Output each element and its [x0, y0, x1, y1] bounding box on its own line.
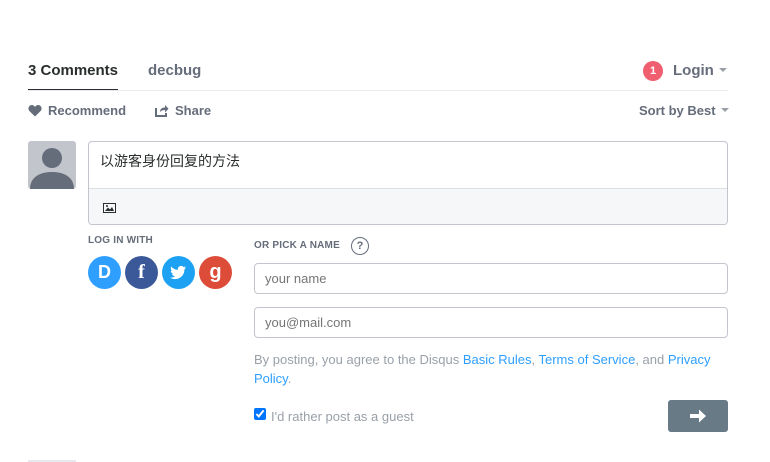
- submit-button[interactable]: [668, 400, 728, 432]
- terms-suffix: .: [287, 371, 292, 386]
- share-button[interactable]: Share: [155, 103, 211, 118]
- name-input[interactable]: [255, 264, 727, 293]
- chevron-down-icon: [718, 68, 727, 72]
- login-menu[interactable]: Login: [673, 62, 727, 79]
- login-label: Login: [673, 62, 714, 79]
- terms-of-service-link[interactable]: Terms of Service: [539, 352, 636, 367]
- heart-icon: [28, 105, 42, 117]
- google-login-button[interactable]: g: [199, 256, 232, 289]
- share-icon: [155, 105, 169, 117]
- email-input[interactable]: [255, 308, 727, 337]
- email-field-wrapper: [254, 307, 728, 338]
- arrow-right-icon: [690, 409, 706, 423]
- nav-divider: [28, 90, 728, 91]
- guest-checkbox[interactable]: [254, 408, 266, 420]
- facebook-icon: f: [138, 261, 145, 283]
- disqus-icon: D: [98, 262, 111, 282]
- login-with-label: LOG IN WITH: [88, 235, 153, 246]
- notification-badge[interactable]: 1: [643, 61, 663, 81]
- twitter-login-button[interactable]: [162, 256, 195, 289]
- terms-separator: ,: [531, 352, 539, 367]
- name-field-wrapper: [254, 263, 728, 294]
- comment-composer[interactable]: 以游客身份回复的方法: [88, 141, 728, 225]
- image-icon[interactable]: [103, 203, 116, 213]
- terms-separator: , and: [635, 352, 668, 367]
- help-icon[interactable]: ?: [351, 237, 369, 255]
- share-label: Share: [175, 103, 212, 118]
- basic-rules-link[interactable]: Basic Rules: [463, 352, 532, 367]
- user-silhouette-icon: [30, 148, 74, 189]
- terms-prefix: By posting, you agree to the Disqus: [254, 352, 463, 367]
- chevron-down-icon: [720, 108, 729, 112]
- google-icon: g: [209, 261, 222, 283]
- recommend-label: Recommend: [48, 103, 127, 118]
- recommend-button[interactable]: Recommend: [28, 103, 126, 118]
- facebook-login-button[interactable]: f: [125, 256, 158, 289]
- guest-checkbox-label[interactable]: I'd rather post as a guest: [271, 409, 414, 424]
- twitter-bird-icon: [170, 265, 186, 280]
- pick-name-label: OR PICK A NAME: [254, 240, 340, 251]
- comment-textarea[interactable]: 以游客身份回复的方法: [100, 151, 240, 171]
- composer-toolbar: [89, 188, 727, 224]
- disqus-login-button[interactable]: D: [88, 256, 121, 289]
- avatar: [28, 141, 76, 189]
- tab-comments[interactable]: 3 Comments: [28, 62, 118, 79]
- sort-label: Sort by Best: [639, 103, 716, 118]
- terms-notice: By posting, you agree to the Disqus Basi…: [254, 350, 726, 388]
- tab-forum[interactable]: decbug: [148, 62, 201, 79]
- sort-dropdown[interactable]: Sort by Best: [639, 103, 729, 118]
